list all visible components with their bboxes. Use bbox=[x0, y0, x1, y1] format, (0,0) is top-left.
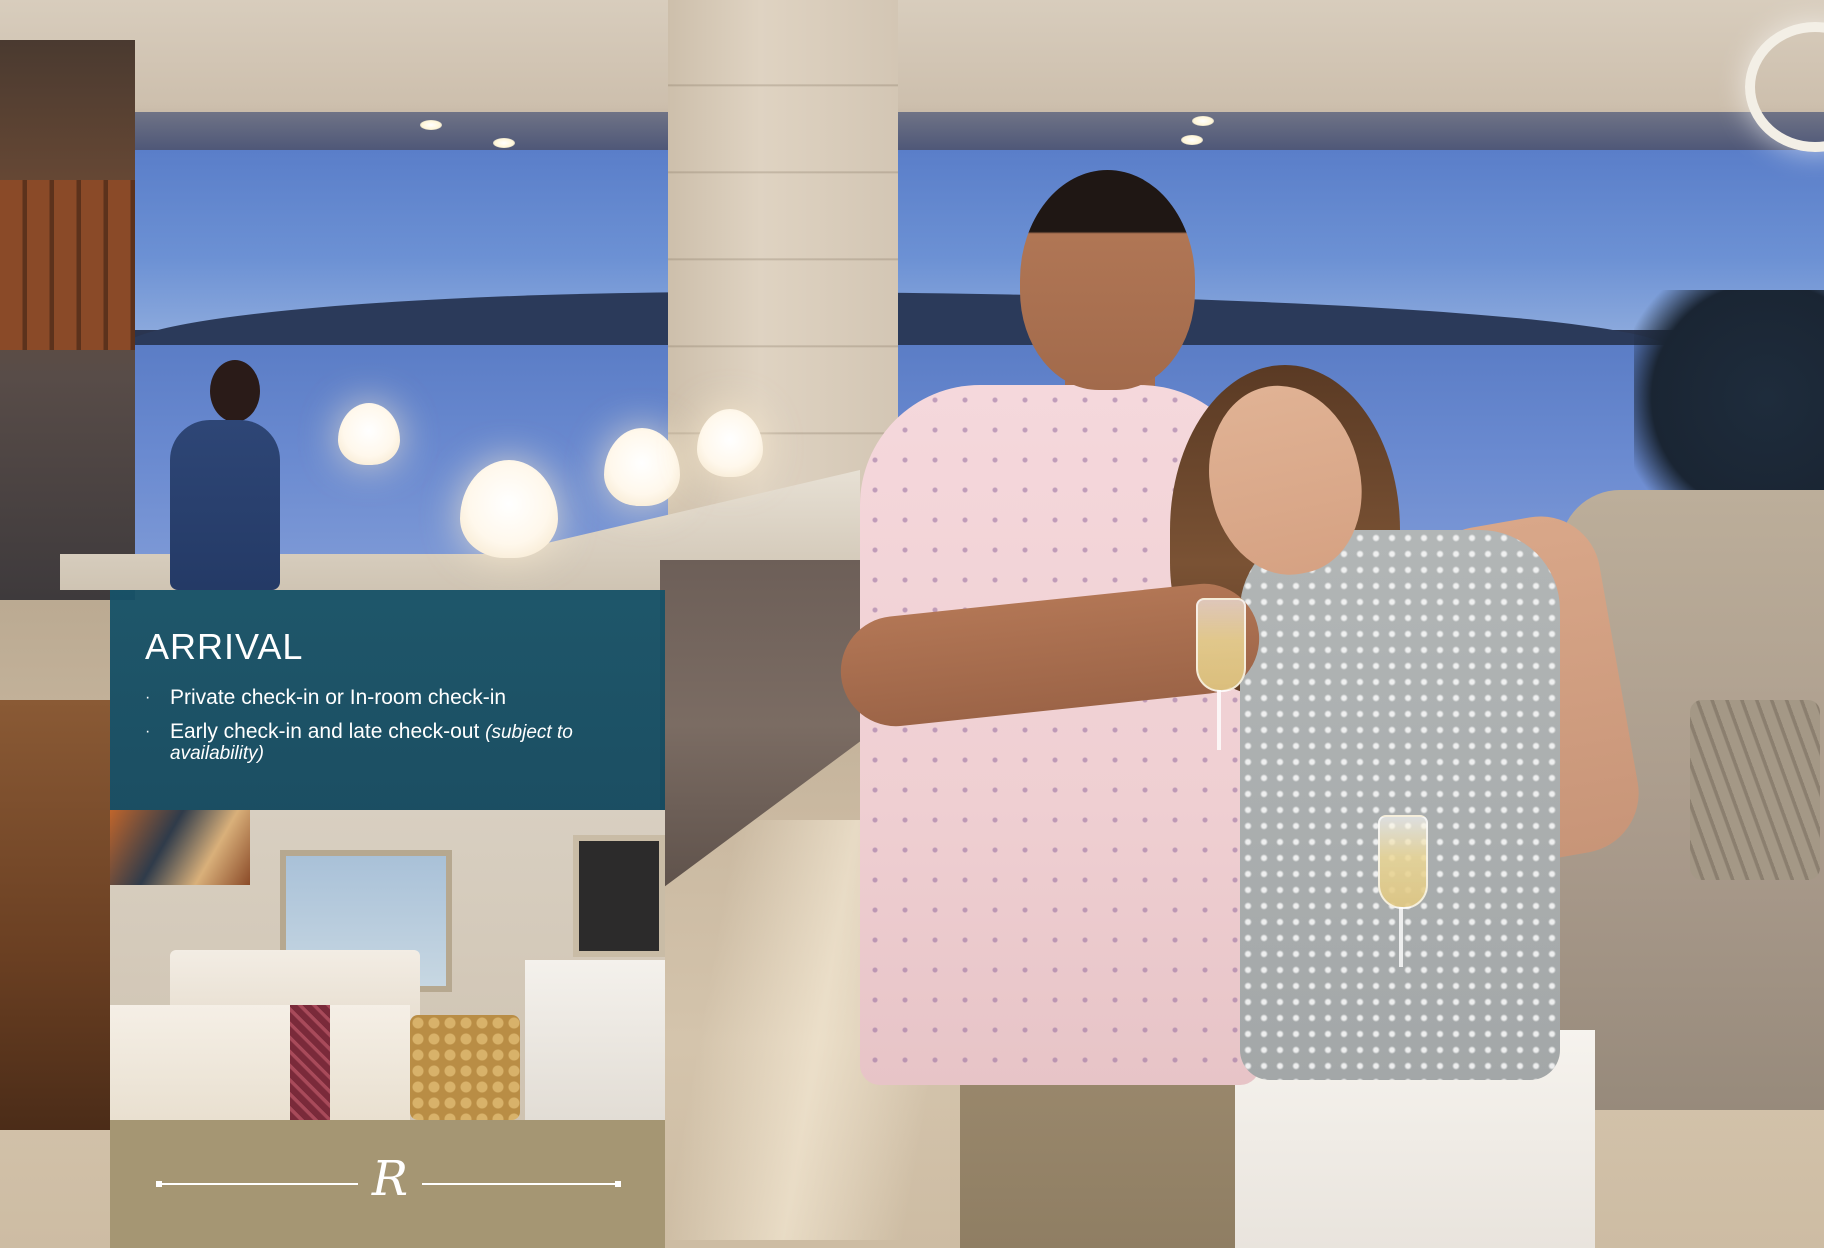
card-title: ARRIVAL bbox=[145, 626, 304, 667]
card-header: ARRIVAL · Private check-in or In-room ch… bbox=[110, 590, 665, 810]
ceiling-light bbox=[1181, 135, 1203, 145]
sofa-cushion bbox=[1690, 700, 1820, 880]
brand-monogram: R bbox=[371, 1151, 409, 1207]
arrival-card: ARRIVAL · Private check-in or In-room ch… bbox=[110, 590, 665, 1248]
benefits-list: · Private check-in or In-room check-in ·… bbox=[145, 686, 635, 778]
ceiling-light bbox=[420, 120, 442, 130]
card-footer: R bbox=[110, 1120, 665, 1248]
hero-photo: ARRIVAL · Private check-in or In-room ch… bbox=[0, 0, 1824, 1248]
list-item-text: Early check-in and late check-out bbox=[170, 720, 486, 743]
wood-slats bbox=[0, 180, 135, 350]
wood-panel bbox=[0, 700, 110, 1130]
ceiling-edge bbox=[0, 112, 1824, 152]
bed-runner bbox=[290, 1005, 330, 1120]
bullet: · bbox=[145, 723, 151, 740]
receptionist bbox=[170, 360, 290, 590]
glass-stem bbox=[1399, 907, 1403, 967]
bullet: · bbox=[145, 689, 151, 706]
woman-sequin-top bbox=[1240, 530, 1560, 1080]
champagne-glass bbox=[1196, 598, 1246, 692]
man-head bbox=[1020, 170, 1195, 390]
divider-line bbox=[158, 1183, 358, 1185]
divider-end bbox=[615, 1181, 621, 1187]
list-item: · Early check-in and late check-out (sub… bbox=[145, 720, 635, 764]
television bbox=[573, 835, 665, 957]
ceiling-light bbox=[493, 138, 515, 148]
divider-line bbox=[422, 1183, 617, 1185]
list-item: · Private check-in or In-room check-in bbox=[145, 686, 635, 709]
champagne-glass bbox=[1378, 815, 1428, 909]
ceiling-light bbox=[1192, 116, 1214, 126]
ottoman bbox=[410, 1015, 520, 1120]
glass-stem bbox=[1217, 690, 1221, 750]
cabinet bbox=[525, 960, 665, 1120]
wall-art bbox=[110, 810, 250, 885]
room-photo bbox=[110, 810, 665, 1120]
bed bbox=[110, 1005, 410, 1120]
list-item-text: Private check-in or In-room check-in bbox=[170, 686, 507, 709]
